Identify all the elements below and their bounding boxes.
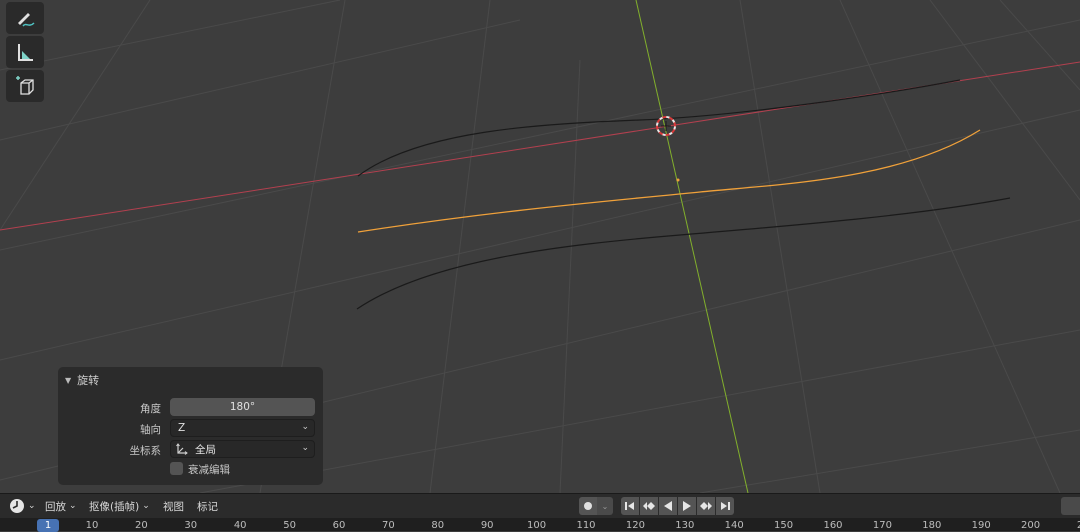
add-cube-icon [16,76,34,95]
y-axis-line [635,0,749,494]
marker-menu[interactable]: 标记 [194,497,221,515]
current-frame-indicator[interactable]: 1 [37,519,59,532]
curve-bottom [356,197,1011,310]
play-icon [683,501,691,511]
play-reverse-button[interactable] [659,497,677,515]
frame-tick-label: 140 [724,520,744,531]
add-cube-tool-button[interactable] [6,70,44,102]
frame-tick-label: 80 [431,520,445,531]
play-reverse-icon [664,501,672,511]
clock-icon [10,499,24,513]
proportional-editing-label: 衰减编辑 [188,464,230,476]
timeline-header: ⌄ 回放 ⌄ 抠像(插帧) ⌄ 视图 标记 ⌄ [0,493,1080,518]
record-icon [584,502,592,510]
frame-tick-label: 40 [233,520,247,531]
playback-menu[interactable]: 回放 ⌄ [42,497,80,515]
frame-tick-label: 20 [135,520,148,531]
chevron-down-icon: ⌄ [69,501,77,511]
angle-field[interactable]: 180° [170,398,315,416]
chevron-down-icon: ⌄ [601,501,609,511]
annotate-icon [18,13,35,27]
measure-tool-button[interactable] [6,36,44,68]
orientation-label: 坐标系 [129,445,162,457]
next-keyframe-icon [700,502,712,510]
keying-menu[interactable]: 抠像(插帧) ⌄ [86,497,153,515]
jump-to-start-button[interactable] [621,497,639,515]
frame-tick-label: 60 [332,520,346,531]
chevron-down-icon: ⌄ [301,422,309,432]
frame-tick-label: 180 [922,520,942,531]
frame-tick-label: 30 [184,520,198,531]
frame-tick-label: 190 [971,520,991,531]
axis-dropdown[interactable]: Z ⌄ [170,419,315,437]
measure-icon [18,44,33,61]
marker-menu-label: 标记 [197,500,218,513]
origin-dot [676,178,680,182]
frame-tick-label: 200 [1021,520,1041,531]
angle-value: 180° [229,401,256,413]
orientation-value: 全局 [195,443,216,456]
chevron-down-icon: ⌄ [301,443,309,453]
next-keyframe-button[interactable] [697,497,715,515]
play-button[interactable] [678,497,696,515]
orientation-global-icon [176,443,188,455]
operator-panel[interactable]: ▼ 旋转 角度 180° 轴向 Z ⌄ 坐标系 全局 ⌄ 衰减编辑 [58,367,323,485]
record-button[interactable] [579,497,597,515]
chevron-down-icon: ⌄ [28,501,36,511]
frame-range-field[interactable] [1061,497,1080,515]
axis-value: Z [178,422,186,434]
jump-to-end-button[interactable] [716,497,734,515]
angle-label: 角度 [140,403,161,415]
prev-keyframe-icon [643,502,655,510]
keying-menu-label: 抠像(插帧) [89,500,140,513]
chevron-down-icon: ⌄ [142,501,150,511]
frame-tick-label: 10 [85,520,99,531]
axis-label: 轴向 [140,424,161,436]
frame-tick-label: 90 [480,520,494,531]
auto-keying-dropdown[interactable]: ⌄ [597,497,613,515]
frame-tick-label: 50 [283,520,296,531]
editor-type-button[interactable]: ⌄ [6,497,39,515]
jump-end-icon [721,502,730,510]
operator-panel-header[interactable]: ▼ 旋转 [65,372,99,388]
timeline-ruler[interactable]: 1 10 20 30 40 50 60 70 80 90 100 110 120 130 140 150 16… [0,518,1080,532]
orientation-dropdown[interactable]: 全局 ⌄ [170,440,315,458]
frame-tick-label: 150 [774,520,794,531]
frame-tick-label: 170 [872,520,892,531]
prev-keyframe-button[interactable] [640,497,658,515]
operator-panel-title: 旋转 [77,374,100,387]
proportional-editing-checkbox[interactable] [170,462,183,475]
frame-tick-label: 120 [625,520,645,531]
frame-tick-label: 130 [675,520,695,531]
frame-tick-label: 160 [823,520,843,531]
jump-start-icon [625,502,634,510]
frame-tick-label: 110 [576,520,596,531]
annotate-tool-button[interactable] [6,2,44,34]
view-menu[interactable]: 视图 [160,497,187,515]
frame-tick-label: 70 [382,520,395,531]
view-menu-label: 视图 [163,500,184,513]
collapse-arrow-icon[interactable]: ▼ [65,376,71,385]
playback-menu-label: 回放 [45,500,66,513]
frame-tick-label: 100 [527,520,547,531]
